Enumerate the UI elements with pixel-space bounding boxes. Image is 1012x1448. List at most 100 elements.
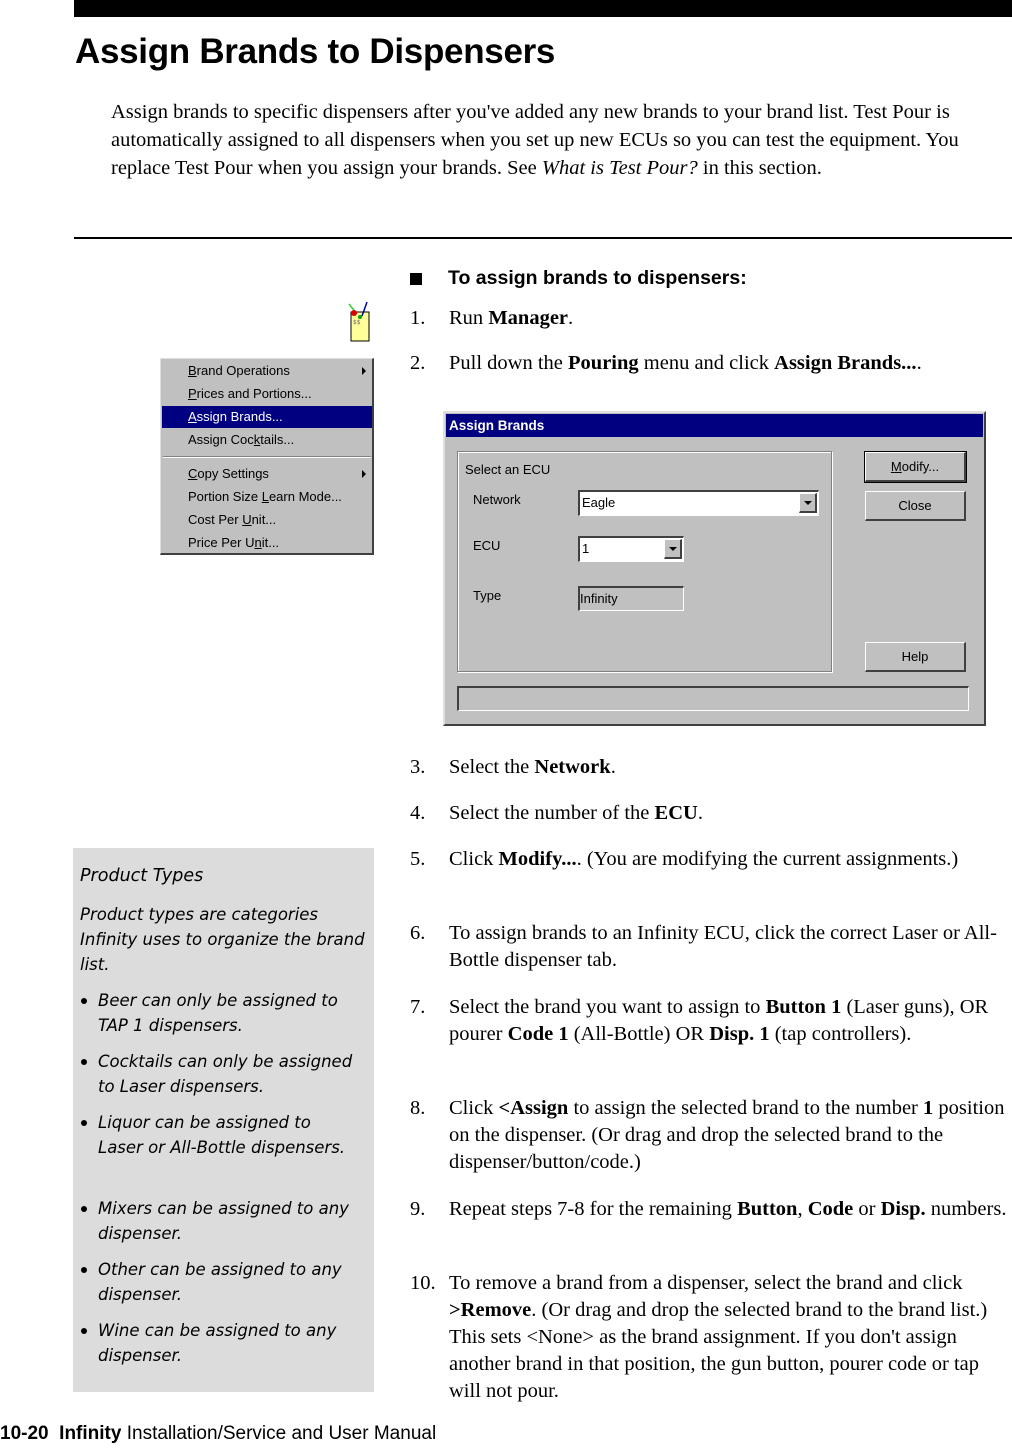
square-bullet-icon xyxy=(410,272,422,285)
note-title: Product Types xyxy=(80,866,204,886)
ui-term: ECU xyxy=(654,802,698,824)
ui-term: Network xyxy=(534,756,611,778)
menu-item[interactable]: Assign Brands... xyxy=(162,406,372,428)
menu-item[interactable]: Brand Operations xyxy=(162,360,372,382)
page-title: Assign Brands to Dispensers xyxy=(75,32,556,71)
procedure-step: 2. Pull down the Pouring menu and click A… xyxy=(410,350,1010,377)
menu-item[interactable]: Cost Per Unit... xyxy=(162,509,372,531)
manual-title: Installation/Service and User Manual xyxy=(126,1423,437,1444)
procedure-step: 3. Select the Network. xyxy=(410,754,1010,781)
note-list-item: Mixers can be assigned to any dispenser. xyxy=(80,1196,360,1246)
step-number: 8. xyxy=(410,1097,426,1119)
type-field: Infinity xyxy=(578,586,684,611)
mnemonic-char: A xyxy=(188,409,197,424)
mnemonic-char: k xyxy=(253,432,261,447)
menu-separator xyxy=(163,456,371,458)
header-rule xyxy=(74,0,1012,17)
step-text: To remove a brand from a dispenser, sele… xyxy=(449,1272,988,1402)
menu-item[interactable]: Prices and Portions... xyxy=(162,383,372,405)
step-text: Click <Assign to assign the selected bra… xyxy=(449,1097,1005,1173)
manager-app-icon: $$ xyxy=(347,301,373,342)
step-text: Pull down the Pouring menu and click Ass… xyxy=(449,352,922,374)
product-types-note: Product Types Product types are categori… xyxy=(73,848,374,1392)
ui-term: >Remove xyxy=(449,1299,532,1321)
section-divider xyxy=(74,237,1012,239)
dialog-title-bar[interactable]: Assign Brands xyxy=(446,414,983,437)
procedure-heading-text: To assign brands to dispensers: xyxy=(448,267,747,289)
group-label: Select an ECU xyxy=(465,462,551,477)
ecu-label: ECU xyxy=(473,538,501,553)
chevron-down-icon[interactable] xyxy=(799,493,817,513)
intro-text-end: in this section. xyxy=(697,157,822,179)
procedure-step: 6. To assign brands to an Infinity ECU, c… xyxy=(410,920,1010,974)
step-number: 2. xyxy=(410,352,426,374)
ui-term: Modify... xyxy=(498,848,577,870)
step-number: 3. xyxy=(410,756,426,778)
network-value: Eagle xyxy=(582,495,616,510)
type-value: Infinity xyxy=(580,591,618,606)
page-number: 10-20 xyxy=(0,1423,49,1444)
step-number: 10. xyxy=(410,1272,436,1294)
step-text: Run Manager. xyxy=(449,307,574,329)
mnemonic-char: P xyxy=(188,386,197,401)
submenu-arrow-icon xyxy=(362,470,366,478)
ui-term: 1 xyxy=(923,1097,934,1119)
step-text: Select the brand you want to assign to B… xyxy=(449,996,989,1045)
type-label: Type xyxy=(473,588,502,603)
network-dropdown[interactable]: Eagle xyxy=(578,490,819,516)
ui-term: Disp. 1 xyxy=(709,1023,770,1045)
step-number: 1. xyxy=(410,307,426,329)
intro-text: Assign brands to specific dispensers aft… xyxy=(111,101,959,179)
note-list-item: Wine can be assigned to any dispenser. xyxy=(80,1318,360,1368)
modify-button-label: odify... xyxy=(901,459,940,474)
step-text: To assign brands to an Infinity ECU, cli… xyxy=(449,922,997,971)
mnemonic-char: C xyxy=(188,466,198,481)
submenu-arrow-icon xyxy=(362,367,366,375)
step-text: Repeat steps 7-8 for the remaining Butto… xyxy=(449,1198,1007,1220)
procedure-step: 9. Repeat steps 7-8 for the remaining But… xyxy=(410,1196,1010,1223)
step-number: 4. xyxy=(410,802,426,824)
ui-term: Disp. xyxy=(880,1198,926,1220)
assign-brands-dialog: Assign Brands Select an ECU Network Eagl… xyxy=(443,411,986,726)
step-number: 7. xyxy=(410,996,426,1018)
step-number: 5. xyxy=(410,848,426,870)
step-text: Select the Network. xyxy=(449,756,616,778)
product-name: Infinity xyxy=(59,1423,122,1444)
ui-term: Manager xyxy=(488,307,569,329)
chevron-down-icon[interactable] xyxy=(664,539,682,559)
procedure-step: 10. To remove a brand from a dispenser, s… xyxy=(410,1270,1010,1405)
procedure-step: 5. Click Modify.... (You are modifying th… xyxy=(410,846,1010,873)
step-text: Select the number of the ECU. xyxy=(449,802,703,824)
ecu-dropdown[interactable]: 1 xyxy=(578,536,684,562)
modify-button[interactable]: Modify... xyxy=(864,451,967,483)
note-list-item: Liquor can be assigned to Laser or All-B… xyxy=(80,1110,360,1160)
procedure-step: 1. Run Manager. xyxy=(410,305,1010,332)
note-list-item: Cocktails can only be assigned to Laser … xyxy=(80,1049,360,1099)
menu-item[interactable]: Assign Cocktails... xyxy=(162,429,372,451)
menu-item[interactable]: Price Per Unit... xyxy=(162,532,372,554)
step-text: Click Modify.... (You are modifying the … xyxy=(449,848,959,870)
note-body: Product types are categories Infinity us… xyxy=(80,905,365,974)
mnemonic-char: n xyxy=(254,535,262,550)
step-number: 6. xyxy=(410,922,426,944)
menu-item[interactable]: Portion Size Learn Mode... xyxy=(162,486,372,508)
select-ecu-group: Select an ECU Network Eagle ECU 1 Type I… xyxy=(457,451,832,672)
step-number: 9. xyxy=(410,1198,426,1220)
ui-term: Button xyxy=(737,1198,798,1220)
intro-paragraph: Assign brands to specific dispensers aft… xyxy=(111,98,996,182)
cross-reference-link[interactable]: What is Test Pour? xyxy=(542,157,698,179)
pouring-menu: Brand Operations Prices and Portions... As… xyxy=(160,358,374,555)
menu-item[interactable]: Copy Settings xyxy=(162,463,372,485)
ecu-value: 1 xyxy=(582,541,590,556)
page-footer: 10-20 Infinity Installation/Service and … xyxy=(0,1423,436,1445)
mnemonic-char: U xyxy=(242,512,252,527)
mnemonic-char: B xyxy=(188,363,197,378)
help-button[interactable]: Help xyxy=(865,642,966,672)
ui-term: Code xyxy=(807,1198,854,1220)
note-list-item: Beer can only be assigned to TAP 1 dispe… xyxy=(80,988,360,1038)
close-button[interactable]: Close xyxy=(865,491,966,521)
ui-term: Button 1 xyxy=(765,996,842,1018)
note-list-item: Other can be assigned to any dispenser. xyxy=(80,1257,360,1307)
status-bar xyxy=(457,686,969,711)
mnemonic-char: L xyxy=(261,489,269,504)
